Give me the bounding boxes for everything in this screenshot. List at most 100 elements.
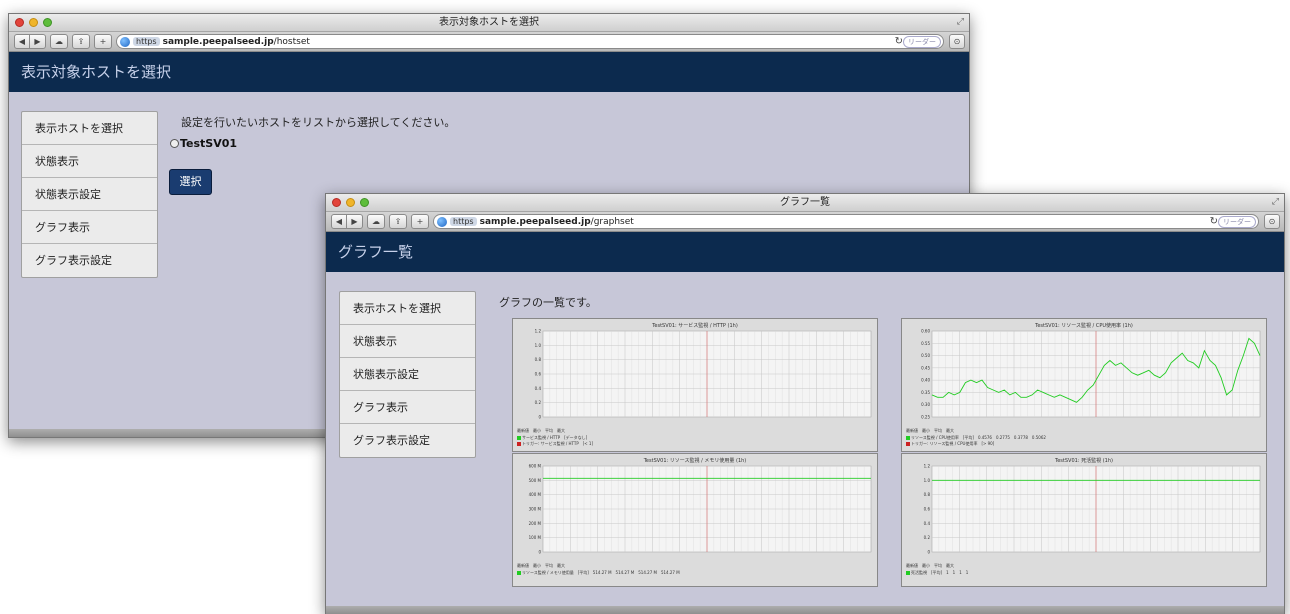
y-tick-label: 0.2: [924, 535, 931, 540]
zoom-button[interactable]: [360, 198, 369, 207]
browser-window-graphset: グラフ一覧 ⤢ ◀ ▶ ☁ ⇪ + https sample.peepalsee…: [325, 193, 1285, 614]
y-tick-label: 0.2: [535, 400, 542, 405]
new-tab-button[interactable]: +: [411, 214, 429, 229]
window-title: グラフ一覧: [780, 197, 830, 208]
sidebar-nav: 表示ホストを選択 状態表示 状態表示設定 グラフ表示 グラフ表示設定: [21, 111, 158, 278]
y-tick-label: 0.50: [921, 353, 930, 358]
y-tick-label: 0.8: [924, 492, 931, 497]
reload-icon[interactable]: ↻: [895, 35, 903, 48]
chart-legend-label: リソース監視 / メモリ使用量 [平均] 514.27 M 514.27 M 5…: [522, 570, 680, 575]
back-button[interactable]: ◀: [331, 214, 347, 229]
nav-item-graph-settings[interactable]: グラフ表示設定: [340, 424, 475, 457]
legend-swatch: [517, 442, 521, 446]
chart-http: 1.2 1.0 0.8 0.6 0.4 0.2 0 TestSV01: サービス監視 / H…: [512, 318, 878, 452]
reload-icon[interactable]: ↻: [1210, 215, 1218, 228]
nav-item-status[interactable]: 状態表示: [22, 145, 157, 178]
chart-legend-label: サービス監視 / HTTP [データなし]: [522, 435, 588, 440]
y-tick-label: 1.0: [535, 343, 542, 348]
share-icon: ⇪: [77, 37, 85, 46]
nav-item-graph[interactable]: グラフ表示: [22, 211, 157, 244]
y-tick-label: 0: [538, 415, 541, 420]
chart-legend-label: トリガー: サービス監視 / HTTP [< 1]: [522, 441, 594, 446]
chart-stats-header: 最新値 最小 平均 最大: [906, 428, 954, 433]
y-tick-label: 0.60: [921, 329, 930, 334]
y-tick-label: 0.45: [921, 365, 930, 370]
legend-swatch: [906, 571, 910, 575]
chart-title: TestSV01: リソース監視 / CPU使用率 (1h): [1035, 323, 1133, 329]
chart-stats-header: 最新値 最小 平均 最大: [906, 563, 954, 568]
y-tick-label: 0: [927, 550, 930, 555]
y-tick-label: 0.35: [921, 390, 930, 395]
cloud-icon: ☁: [372, 217, 380, 226]
y-tick-label: 1.0: [924, 478, 931, 483]
y-tick-label: 500 M: [529, 478, 542, 483]
fullscreen-icon[interactable]: ⤢: [957, 17, 964, 27]
forward-arrow-icon: ▶: [351, 217, 358, 226]
chart-legend-item: リソース監視 / メモリ使用量 [平均] 514.27 M 514.27 M 5…: [517, 570, 680, 576]
chart-legend-label: リソース監視 / CPU使用率 [平均] 0.4576 0.2775 0.377…: [911, 435, 1046, 440]
share-button[interactable]: ⇪: [72, 34, 90, 49]
select-button[interactable]: 選択: [169, 169, 212, 195]
downloads-button[interactable]: ⊙: [949, 34, 965, 49]
chart-svg: 1.2 1.0 0.8 0.6 0.4 0.2 0: [535, 329, 872, 420]
icloud-tabs-button[interactable]: ☁: [367, 214, 385, 229]
y-tick-label: 0.6: [535, 372, 542, 377]
graphs-intro-text: グラフの一覧です。: [499, 296, 597, 309]
host-option[interactable]: TestSV01: [170, 137, 237, 150]
y-tick-label: 600 M: [529, 464, 542, 469]
https-badge: https: [133, 37, 160, 46]
new-tab-button[interactable]: +: [94, 34, 112, 49]
nav-item-graph-settings[interactable]: グラフ表示設定: [22, 244, 157, 277]
url-path: /hostset: [273, 36, 310, 47]
download-icon: ⊙: [1268, 217, 1276, 226]
close-button[interactable]: [15, 18, 24, 27]
chart-legend-label: トリガー: リソース監視 / CPU使用率 [> 90]: [911, 441, 995, 446]
chart-alive: 1.2 1.0 0.8 0.6 0.4 0.2 0 TestSV01: 死活監視 (1h) …: [901, 453, 1267, 587]
legend-swatch: [517, 571, 521, 575]
browser-toolbar: ◀ ▶ ☁ ⇪ + https sample.peepalseed.jp/gra…: [326, 212, 1284, 232]
forward-button[interactable]: ▶: [30, 34, 46, 49]
globe-icon: [437, 216, 447, 227]
downloads-button[interactable]: ⊙: [1264, 214, 1280, 229]
window-title: 表示対象ホストを選択: [439, 17, 539, 28]
chart-legend-item: 死活監視 [平均] 1 1 1 1: [906, 570, 968, 576]
nav-item-select-host[interactable]: 表示ホストを選択: [22, 112, 157, 145]
chart-stats-header: 最新値 最小 平均 最大: [517, 428, 565, 433]
chart-svg: 1.2 1.0 0.8 0.6 0.4 0.2 0: [924, 464, 1261, 555]
download-icon: ⊙: [953, 37, 961, 46]
host-radio[interactable]: [170, 139, 179, 148]
y-tick-label: 0.4: [535, 386, 542, 391]
back-arrow-icon: ◀: [18, 37, 26, 46]
y-tick-label: 1.2: [924, 464, 931, 469]
fullscreen-icon[interactable]: ⤢: [1272, 197, 1279, 207]
minimize-button[interactable]: [346, 198, 355, 207]
legend-swatch: [906, 436, 910, 440]
forward-arrow-icon: ▶: [34, 37, 41, 46]
nav-item-select-host[interactable]: 表示ホストを選択: [340, 292, 475, 325]
chart-cpu: 0.60 0.55 0.50 0.45 0.40 0.35 0.30 0.25 TestSV0…: [901, 318, 1267, 452]
close-button[interactable]: [332, 198, 341, 207]
nav-item-status[interactable]: 状態表示: [340, 325, 475, 358]
nav-item-status-settings[interactable]: 状態表示設定: [340, 358, 475, 391]
browser-toolbar: ◀ ▶ ☁ ⇪ + https sample.peepalseed.jp/hos…: [9, 32, 969, 52]
minimize-button[interactable]: [29, 18, 38, 27]
reader-button[interactable]: リーダー: [903, 36, 941, 48]
nav-item-graph[interactable]: グラフ表示: [340, 391, 475, 424]
back-button[interactable]: ◀: [14, 34, 30, 49]
https-badge: https: [450, 217, 477, 226]
address-bar[interactable]: https sample.peepalseed.jp/hostset ↻ リーダ…: [116, 34, 944, 49]
address-bar[interactable]: https sample.peepalseed.jp/graphset ↻ リー…: [433, 214, 1259, 229]
instruction-text: 設定を行いたいホストをリストから選択してください。: [181, 116, 456, 129]
nav-item-status-settings[interactable]: 状態表示設定: [22, 178, 157, 211]
forward-button[interactable]: ▶: [347, 214, 363, 229]
page-header: グラフ一覧: [326, 232, 1284, 272]
y-tick-label: 200 M: [529, 521, 542, 526]
zoom-button[interactable]: [43, 18, 52, 27]
status-bar: [326, 606, 1284, 614]
chart-memory: 600 M 500 M 400 M 300 M 200 M 100 M 0 TestSV01…: [512, 453, 878, 587]
share-button[interactable]: ⇪: [389, 214, 407, 229]
reader-button[interactable]: リーダー: [1218, 216, 1256, 228]
cloud-icon: ☁: [55, 37, 63, 46]
chart-title: TestSV01: リソース監視 / メモリ使用量 (1h): [643, 458, 747, 464]
icloud-tabs-button[interactable]: ☁: [50, 34, 68, 49]
